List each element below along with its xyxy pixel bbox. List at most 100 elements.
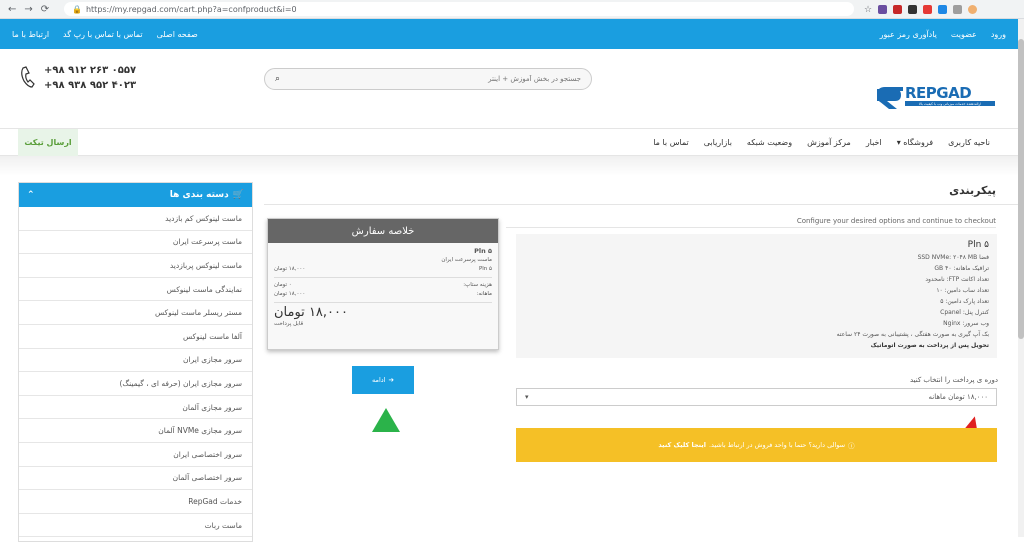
nav-affiliates[interactable]: بازاریابی (704, 138, 732, 147)
ext-icon[interactable] (953, 4, 963, 14)
sidebar-item[interactable]: سرور اختصاصی آلمان (19, 467, 252, 491)
reload-icon[interactable]: ⟳ (41, 4, 49, 15)
sidebar-item[interactable]: ماست پرسرعت ایران (19, 231, 252, 255)
nav-knowledgebase[interactable]: مرکز آموزش (807, 138, 851, 147)
monthly-label: ماهانه: (476, 291, 492, 297)
continue-button[interactable]: ادامه ➔ (352, 366, 414, 394)
summary-setup-row: هزینه ستاپ: ۰ تومان (274, 281, 492, 290)
login-link[interactable]: ورود (991, 30, 1006, 39)
product-feature: وب سرور: Nginx (943, 320, 989, 327)
back-icon[interactable]: ← (8, 4, 16, 15)
extensions: ☆ (864, 4, 978, 15)
register-link[interactable]: عضویت (951, 30, 977, 39)
sidebar-header[interactable]: 🛒 دسته بندی ها ⌃ (19, 183, 252, 207)
notice-text: سوالی دارید؟ حتما با واحد فروش در ارتباط… (708, 441, 846, 449)
nav-store[interactable]: فروشگاه ▾ (897, 138, 933, 147)
top-bar: ورود عضویت یادآوری رمز عبور صفحه اصلی تم… (0, 19, 1018, 49)
setup-label: هزینه ستاپ: (463, 282, 492, 288)
nav-network-status[interactable]: وضعیت شبکه (747, 138, 792, 147)
notice-link[interactable]: اینجا کلیک کنید (658, 441, 706, 449)
billing-cycle-select[interactable]: ۱۸,۰۰۰ تومان ماهانه ▾ (516, 388, 997, 406)
site-links: صفحه اصلی تماس با تماس با رپ گد ارتباط ب… (12, 30, 198, 39)
password-reminder-link[interactable]: یادآوری رمز عبور (880, 30, 937, 39)
main-nav: ناحیه کاربری فروشگاه ▾ اخبار مرکز آموزش … (0, 129, 1018, 156)
about-link[interactable]: ارتباط با ما (12, 30, 49, 39)
summary-line-price: ۱۸,۰۰۰ تومان (274, 266, 306, 272)
phone-block: +۹۸ ۹۱۲ ۲۶۳ ۰۵۵۷ +۹۸ ۹۳۸ ۹۵۲ ۴۰۲۳ (20, 63, 136, 93)
monthly-value: ۱۸,۰۰۰ تومان (274, 291, 306, 297)
billing-cycle-label: دوره ی پرداخت را انتخاب کنید (909, 376, 998, 384)
contact-link[interactable]: تماس با تماس با رپ گد (63, 30, 143, 39)
sidebar-item[interactable]: ماست لینوکس پربازدید (19, 254, 252, 278)
nav-contact[interactable]: تماس با ما (653, 138, 689, 147)
sidebar-title-wrap: 🛒 دسته بندی ها (170, 190, 244, 200)
star-icon[interactable]: ☆ (864, 5, 872, 15)
page-title: پیکربندی (949, 184, 996, 197)
summary-total: ۱۸,۰۰۰ تومان (274, 305, 348, 320)
home-link[interactable]: صفحه اصلی (157, 30, 198, 39)
delivery-text: تحویل پس از پرداخت به صورت اتوماتیک (870, 342, 989, 349)
summary-divider (274, 302, 492, 303)
product-feature: تعداد پارک دامین: ۵ (940, 298, 989, 305)
sidebar-item[interactable]: سرور مجازی ایران (19, 349, 252, 373)
sidebar-item[interactable]: سرور مجازی آلمان (19, 396, 252, 420)
summary-product-name: Pln ۵ (474, 247, 492, 255)
scrollbar-thumb[interactable] (1018, 39, 1024, 339)
sidebar-item[interactable]: ماست لینوکس کم بازدید (19, 207, 252, 231)
main-content: پیکربندی Configure your desired options … (264, 178, 1018, 537)
product-feature: تعداد اکانت FTP: نامحدود (925, 276, 989, 283)
nav-news[interactable]: اخبار (866, 138, 882, 147)
search-input[interactable] (301, 75, 581, 83)
configure-hint: Configure your desired options and conti… (506, 217, 996, 228)
forward-icon[interactable]: → (24, 4, 32, 15)
sidebar-item[interactable]: مستر ریسلر ماست لینوکس (19, 301, 252, 325)
sidebar-item[interactable]: سرور مجازی ایران (حرفه ای ، گیمینگ) (19, 372, 252, 396)
summary-line-label: Pln ۵ (478, 266, 492, 272)
ext-icon[interactable] (893, 4, 903, 14)
order-summary-body: Pln ۵ ماست پرسرعت ایران Pln ۵ ۱۸,۰۰۰ توم… (268, 243, 498, 349)
setup-value: ۰ تومان (274, 282, 292, 288)
url-text[interactable]: https://my.repgad.com/cart.php?a=confpro… (86, 5, 297, 14)
order-summary: خلاصه سفارش Pln ۵ ماست پرسرعت ایران Pln … (267, 218, 499, 350)
svg-text:ارائه‌دهنده خدمات میزبانی وب ب: ارائه‌دهنده خدمات میزبانی وب با کیفیت با… (919, 102, 981, 106)
sidebar-item[interactable]: سرور مجازی NVMe آلمان (19, 419, 252, 443)
sidebar-item[interactable]: نمایندگی ماست لینوکس (19, 278, 252, 302)
summary-total-block: ۱۸,۰۰۰ تومان قابل پرداخت (274, 306, 492, 329)
ext-icon[interactable] (908, 4, 918, 14)
sidebar-item[interactable]: ماست ربات (19, 514, 252, 538)
billing-cycle-value: ۱۸,۰۰۰ تومان ماهانه (928, 393, 988, 401)
browser-nav: ← → ⟳ (0, 4, 60, 15)
phone-number-1[interactable]: +۹۸ ۹۱۲ ۲۶۳ ۰۵۵۷ (44, 63, 136, 78)
sidebar-item[interactable]: آلفا ماست لینوکس (19, 325, 252, 349)
lock-icon: 🔒 (72, 4, 82, 14)
phone-numbers: +۹۸ ۹۱۲ ۲۶۳ ۰۵۵۷ +۹۸ ۹۳۸ ۹۵۲ ۴۰۲۳ (44, 63, 136, 93)
profile-icon[interactable] (968, 4, 978, 14)
page-scrollbar[interactable] (1018, 19, 1024, 537)
caret-down-icon: ▾ (525, 393, 529, 401)
product-feature: ترافیک ماهانه: ۴۰ GB (934, 265, 989, 272)
product-name: Pln ۵ (967, 240, 989, 250)
ext-icon[interactable] (923, 4, 933, 14)
repgad-logo[interactable]: REPGAD ارائه‌دهنده خدمات میزبانی وب با ک… (873, 79, 998, 111)
summary-divider (274, 277, 492, 278)
summary-line-row: Pln ۵ ۱۸,۰۰۰ تومان (274, 265, 492, 274)
search-icon[interactable]: ⌕ (275, 74, 280, 84)
product-feature: کنترل پنل: Cpanel (940, 309, 989, 316)
site-header: +۹۸ ۹۱۲ ۲۶۳ ۰۵۵۷ +۹۸ ۹۳۸ ۹۵۲ ۴۰۲۳ ⌕ REPG… (0, 49, 1018, 129)
green-pointer-arrow-icon (372, 408, 400, 432)
address-bar[interactable]: 🔒 https://my.repgad.com/cart.php?a=confp… (64, 2, 854, 16)
product-feature: بک آپ گیری به صورت هفتگی ، پشتیبانی به ص… (836, 331, 989, 338)
ext-icon[interactable] (878, 4, 888, 14)
sidebar-item[interactable]: خدمات RepGad (19, 490, 252, 514)
sidebar-item[interactable]: سرور اختصاصی ایران (19, 443, 252, 467)
phone-number-2[interactable]: +۹۸ ۹۳۸ ۹۵۲ ۴۰۲۳ (44, 78, 136, 93)
chevron-up-icon[interactable]: ⌃ (27, 190, 35, 200)
open-ticket-button[interactable]: ارسال تیکت (18, 129, 78, 156)
svg-text:REPGAD: REPGAD (905, 84, 971, 102)
account-links: ورود عضویت یادآوری رمز عبور (880, 30, 1006, 39)
order-summary-title: خلاصه سفارش (268, 219, 498, 243)
nav-client-area[interactable]: ناحیه کاربری (948, 138, 990, 147)
categories-sidebar: 🛒 دسته بندی ها ⌃ ماست لینوکس کم بازدید م… (18, 182, 253, 542)
ext-icon[interactable] (938, 4, 948, 14)
search-box: ⌕ (264, 68, 592, 90)
